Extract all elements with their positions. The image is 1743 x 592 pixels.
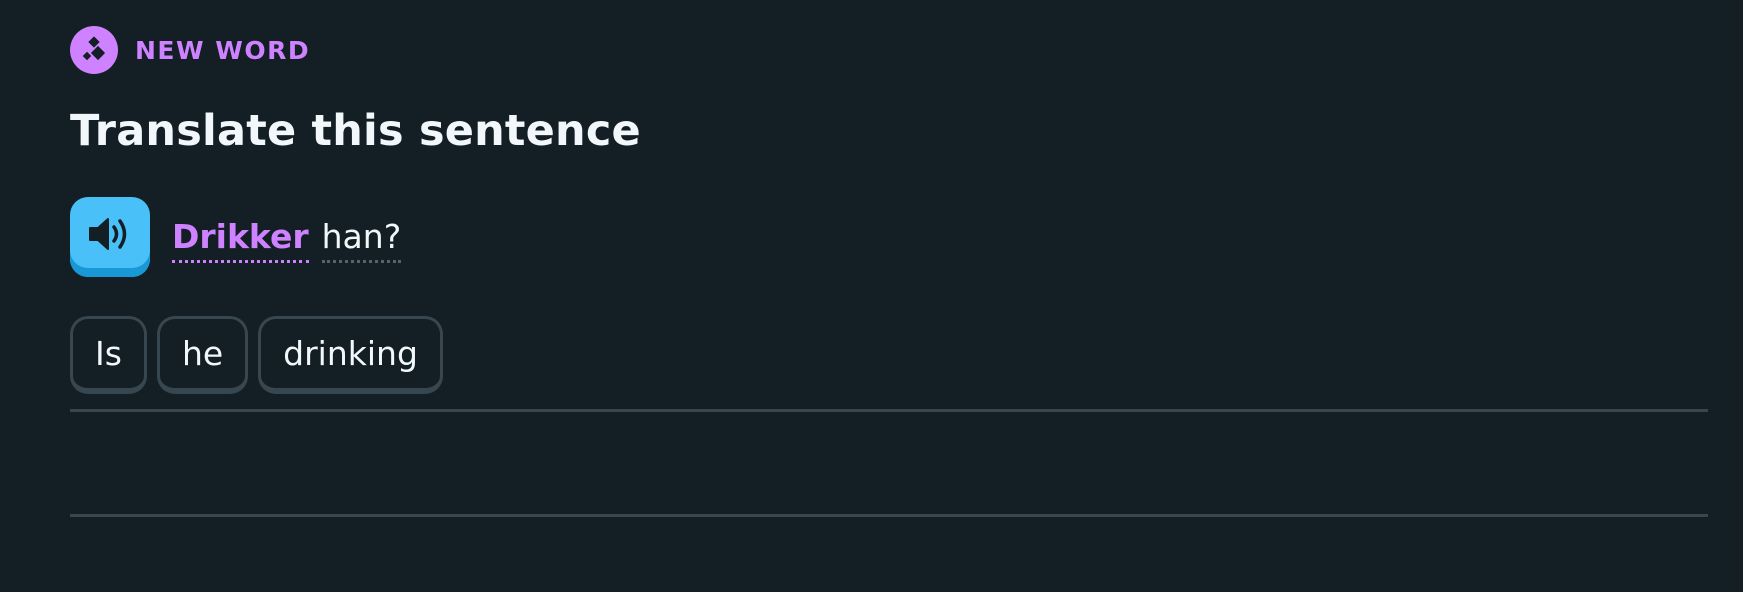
sparkle-diamond-icon: [70, 26, 118, 74]
speaker-icon: [89, 218, 127, 250]
word-chip-is[interactable]: Is: [70, 316, 147, 394]
badge-label: NEW WORD: [135, 35, 311, 65]
answer-line-1: [70, 409, 1708, 412]
answer-line-2: [70, 514, 1708, 517]
prompt-word-new[interactable]: Drikker: [172, 217, 309, 263]
word-chip-he[interactable]: he: [156, 316, 249, 394]
prompt-word[interactable]: han?: [321, 217, 402, 263]
selected-word-chips: Is he drinking: [70, 316, 1708, 402]
word-chip-drinking[interactable]: drinking: [258, 316, 443, 394]
play-audio-button[interactable]: [70, 197, 150, 277]
prompt-row: Drikker han?: [70, 197, 402, 277]
new-word-badge: NEW WORD: [70, 26, 310, 74]
challenge-title: Translate this sentence: [70, 106, 641, 156]
answer-area[interactable]: Is he drinking: [70, 316, 1708, 517]
prompt-sentence: Drikker han?: [172, 211, 402, 263]
